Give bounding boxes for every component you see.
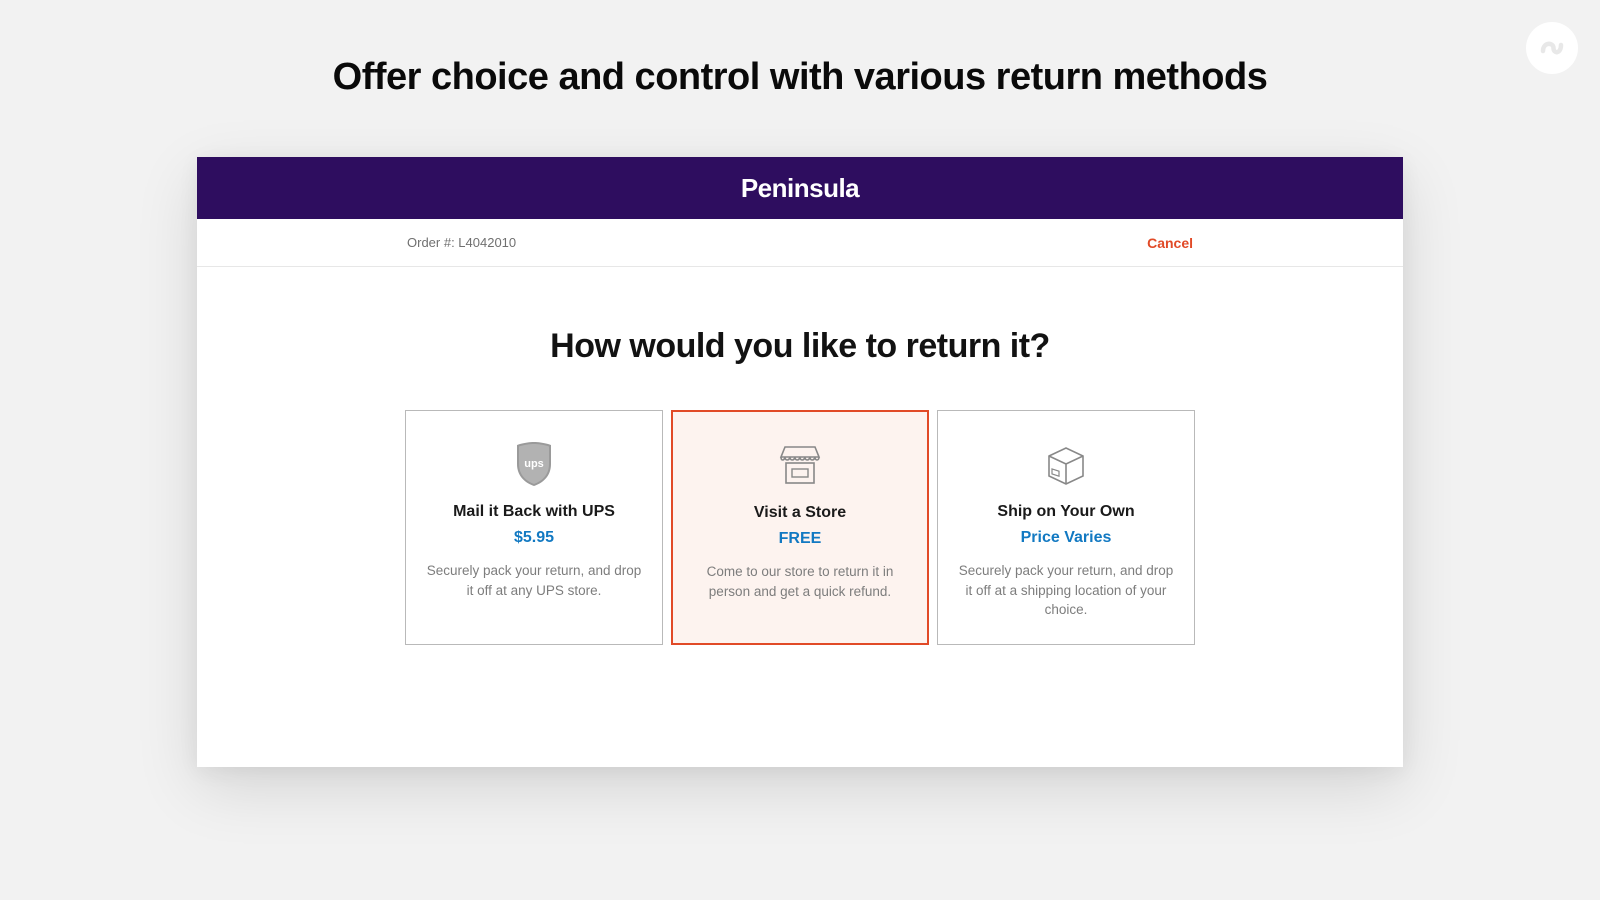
page-heading: Offer choice and control with various re… (0, 0, 1600, 99)
svg-text:ups: ups (524, 458, 544, 470)
return-question: How would you like to return it? (197, 327, 1403, 366)
ups-shield-icon: ups (513, 439, 555, 489)
storefront-icon (775, 440, 825, 490)
option-description: Securely pack your return, and drop it o… (424, 561, 644, 600)
return-options-row: ups Mail it Back with UPS $5.95 Securely… (197, 410, 1403, 645)
option-description: Come to our store to return it in person… (691, 562, 909, 601)
return-app-frame: Peninsula Order #: L4042010 Cancel How w… (197, 157, 1403, 767)
option-card-ship-own[interactable]: Ship on Your Own Price Varies Securely p… (937, 410, 1195, 645)
order-bar: Order #: L4042010 Cancel (197, 219, 1403, 267)
option-price: $5.95 (514, 529, 554, 547)
brand-name: Peninsula (741, 173, 859, 204)
cancel-link[interactable]: Cancel (1147, 235, 1193, 251)
option-title: Ship on Your Own (997, 503, 1134, 521)
option-description: Securely pack your return, and drop it o… (956, 561, 1176, 620)
corner-brand-logo (1526, 22, 1578, 74)
swirl-icon (1537, 33, 1567, 63)
return-content: How would you like to return it? ups Mai… (197, 267, 1403, 767)
order-number-label: Order #: L4042010 (407, 235, 516, 250)
option-title: Visit a Store (754, 504, 846, 522)
option-card-visit-store[interactable]: Visit a Store FREE Come to our store to … (671, 410, 929, 645)
shipping-box-icon (1043, 439, 1089, 489)
option-price: FREE (779, 530, 822, 548)
brand-header: Peninsula (197, 157, 1403, 219)
option-card-mail-ups[interactable]: ups Mail it Back with UPS $5.95 Securely… (405, 410, 663, 645)
option-price: Price Varies (1021, 529, 1112, 547)
option-title: Mail it Back with UPS (453, 503, 615, 521)
